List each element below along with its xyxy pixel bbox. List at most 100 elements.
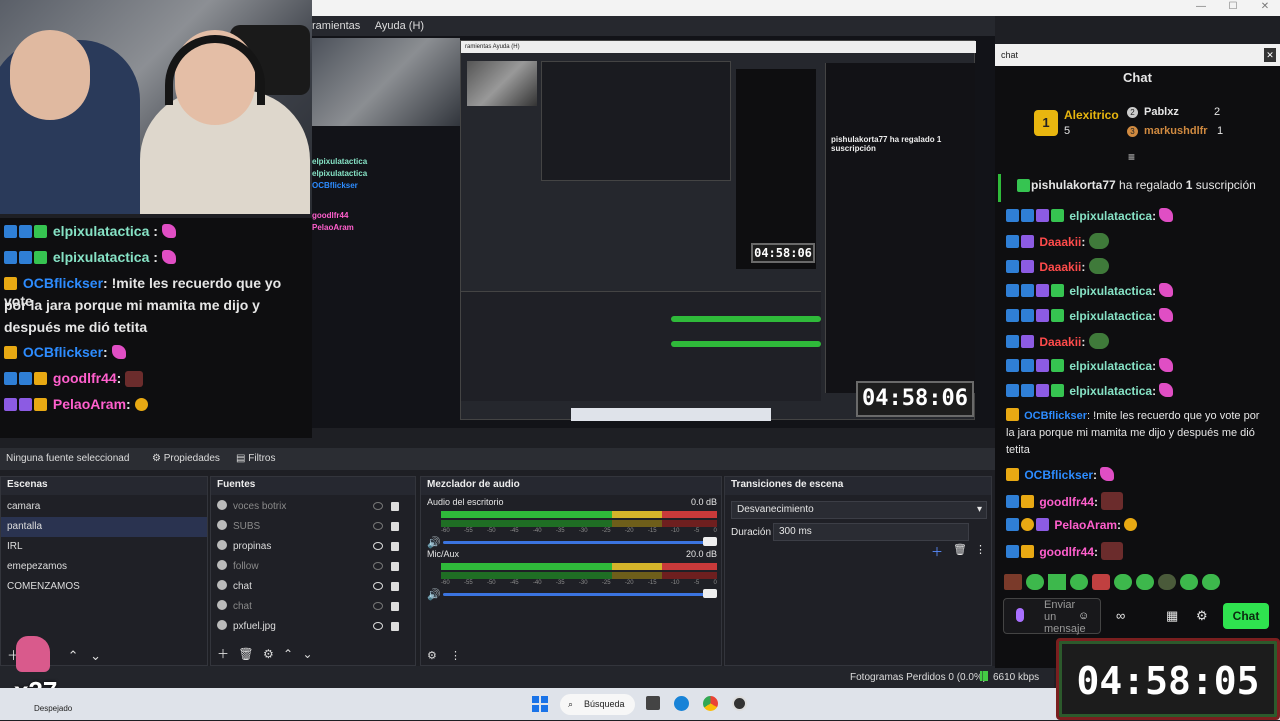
chat-message: OCBflickser: !mite les recuerdo que yo v… <box>1006 408 1260 456</box>
source-item[interactable]: SUBS <box>211 517 415 537</box>
settings-icon[interactable]: ⚙ <box>1196 608 1208 624</box>
bitrate: 6610 kbps <box>993 672 1040 683</box>
lock-icon <box>391 542 399 551</box>
preview-chat-user: PelaoAram <box>312 223 354 232</box>
channel-name: Audio del escritorio <box>427 497 504 507</box>
chat-input[interactable]: Enviar un mensaje ☺ <box>1003 598 1101 635</box>
preview-chat-user: elpixulatactica <box>312 157 368 166</box>
eye-icon <box>373 522 383 530</box>
maximize-button[interactable]: ☐ <box>1218 0 1248 14</box>
sources-dock: Fuentes voces botrix SUBS propinas follo… <box>210 476 416 666</box>
properties-button[interactable]: ⚙ Propiedades <box>152 453 220 464</box>
webcam-feed <box>0 0 312 214</box>
gear-icon: ⚙ <box>152 453 164 464</box>
microphone-icon[interactable] <box>1016 608 1024 622</box>
task-view-icon[interactable] <box>646 696 660 710</box>
more-icon[interactable]: ⋮ <box>975 543 986 556</box>
audio-meter <box>441 511 717 518</box>
preview-menu: ramientas Ayuda (H) <box>461 41 976 53</box>
mixer-title: Mezclador de audio <box>421 477 721 495</box>
emoji-icon[interactable]: ☺ <box>1078 610 1089 622</box>
stream-preview[interactable]: ramientas Ayuda (H) 04:58:06 pishulakort… <box>312 36 995 428</box>
windows-start-icon[interactable] <box>532 696 548 712</box>
filters-button[interactable]: ▤ Filtros <box>236 453 275 464</box>
eye-icon <box>373 562 383 570</box>
menu-tools[interactable]: ramientas <box>312 20 360 32</box>
source-item[interactable]: chat <box>211 597 415 617</box>
volume-slider[interactable] <box>443 541 705 544</box>
source-item[interactable]: voces botrix <box>211 497 415 517</box>
move-up-button[interactable]: ⌃ <box>283 647 293 661</box>
source-item[interactable]: propinas <box>211 537 415 557</box>
scene-item[interactable]: camara <box>1 497 207 517</box>
chat-message: elpixulatactica: <box>1006 308 1174 324</box>
mixer-settings-icon[interactable]: ⚙ <box>427 650 437 662</box>
eye-icon <box>373 502 383 510</box>
dropped-frames: Fotogramas Perdidos 0 (0.0%) <box>850 672 987 683</box>
add-transition-button[interactable]: ＋ <box>931 543 943 560</box>
hand-emote-icon <box>16 636 50 672</box>
chat-message-line: por la jara porque mi mamita me dijo y <box>4 297 260 313</box>
add-source-button[interactable]: ＋ <box>217 647 229 661</box>
volume-slider[interactable] <box>443 593 705 596</box>
menu-bar: ramientas Ayuda (H) <box>312 16 995 36</box>
gear-icon[interactable]: ⚙ <box>263 647 274 661</box>
signal-icon <box>980 671 988 681</box>
minimize-button[interactable]: — <box>1186 0 1216 14</box>
duration-input[interactable]: 300 ms <box>773 523 969 541</box>
lock-icon <box>391 562 399 571</box>
move-up-button[interactable]: ⌃ <box>68 648 79 663</box>
source-item[interactable]: pxfuel.jpg <box>211 617 415 637</box>
speaker-icon[interactable]: 🔊 <box>427 536 441 549</box>
move-down-button[interactable]: ⌄ <box>302 647 312 661</box>
scene-item[interactable]: emepezamos <box>1 557 207 577</box>
close-button[interactable]: ✕ <box>1250 0 1280 14</box>
close-chat-button[interactable]: ✕ <box>1264 48 1276 62</box>
overlay-chat: elpixulatactica : elpixulatactica : OCBf… <box>0 218 312 438</box>
chat-message: Daaakii: <box>1006 333 1109 350</box>
properties-bar: Ninguna fuente seleccionad ⚙ Propiedades… <box>0 448 995 470</box>
store-icon[interactable]: ▦ <box>1166 608 1178 624</box>
filter-icon[interactable]: ≡ <box>1128 150 1135 164</box>
emote-bar[interactable] <box>1004 574 1266 590</box>
move-down-button[interactable]: ⌄ <box>90 648 101 663</box>
chrome-icon[interactable] <box>703 696 718 711</box>
preview-chat-user: elpixulatactica <box>312 169 368 178</box>
chevron-down-icon: ▾ <box>976 504 982 515</box>
source-item[interactable]: follow <box>211 557 415 577</box>
obs-icon[interactable] <box>732 696 747 711</box>
chat-window-title: chat <box>995 44 1280 66</box>
lock-icon <box>391 602 399 611</box>
eye-icon <box>373 542 383 550</box>
trash-icon[interactable]: 🗑 <box>238 647 253 661</box>
transition-select[interactable]: Desvanecimiento ▾ <box>731 501 987 519</box>
chat-send-button[interactable]: Chat <box>1223 603 1269 629</box>
more-icon[interactable]: ⋮ <box>450 650 461 662</box>
scene-item[interactable]: IRL <box>1 537 207 557</box>
chat-message: elpixulatactica: <box>1006 283 1174 299</box>
status-bar: Fotogramas Perdidos 0 (0.0%) 6610 kbps <box>0 666 1054 688</box>
eye-icon <box>373 602 383 610</box>
preview-chat-user: goodlfr44 <box>312 211 349 220</box>
edge-icon[interactable] <box>674 696 689 711</box>
scene-item[interactable]: pantalla <box>1 517 207 537</box>
chat-message: elpixulatactica: <box>1006 208 1174 224</box>
slider-handle[interactable] <box>703 589 717 598</box>
scene-item[interactable]: COMENZAMOS <box>1 577 207 597</box>
meter-scale: -60 -55 -50 -45 -40 -35 -30 -25 -20 -15 -10 -5 0 <box>441 580 717 586</box>
gift-icon <box>1017 179 1030 192</box>
taskbar-search[interactable]: ⌕ Búsqueda <box>560 694 635 715</box>
bits-icon[interactable]: ∞ <box>1116 608 1125 623</box>
source-item[interactable]: chat <box>211 577 415 597</box>
trash-icon[interactable]: 🗑 <box>953 543 967 556</box>
lock-icon <box>391 582 399 591</box>
slider-handle[interactable] <box>703 537 717 546</box>
channel-db: 0.0 dB <box>690 497 717 507</box>
rank-3-badge: 3 <box>1127 126 1138 137</box>
menu-help[interactable]: Ayuda (H) <box>375 20 424 32</box>
chat-message: PelaoAram: <box>4 395 150 413</box>
chat-message: Daaakii: <box>1006 233 1109 250</box>
chat-message: goodlfr44: <box>1006 492 1124 510</box>
speaker-icon[interactable]: 🔊 <box>427 588 441 601</box>
eye-icon <box>373 582 383 590</box>
